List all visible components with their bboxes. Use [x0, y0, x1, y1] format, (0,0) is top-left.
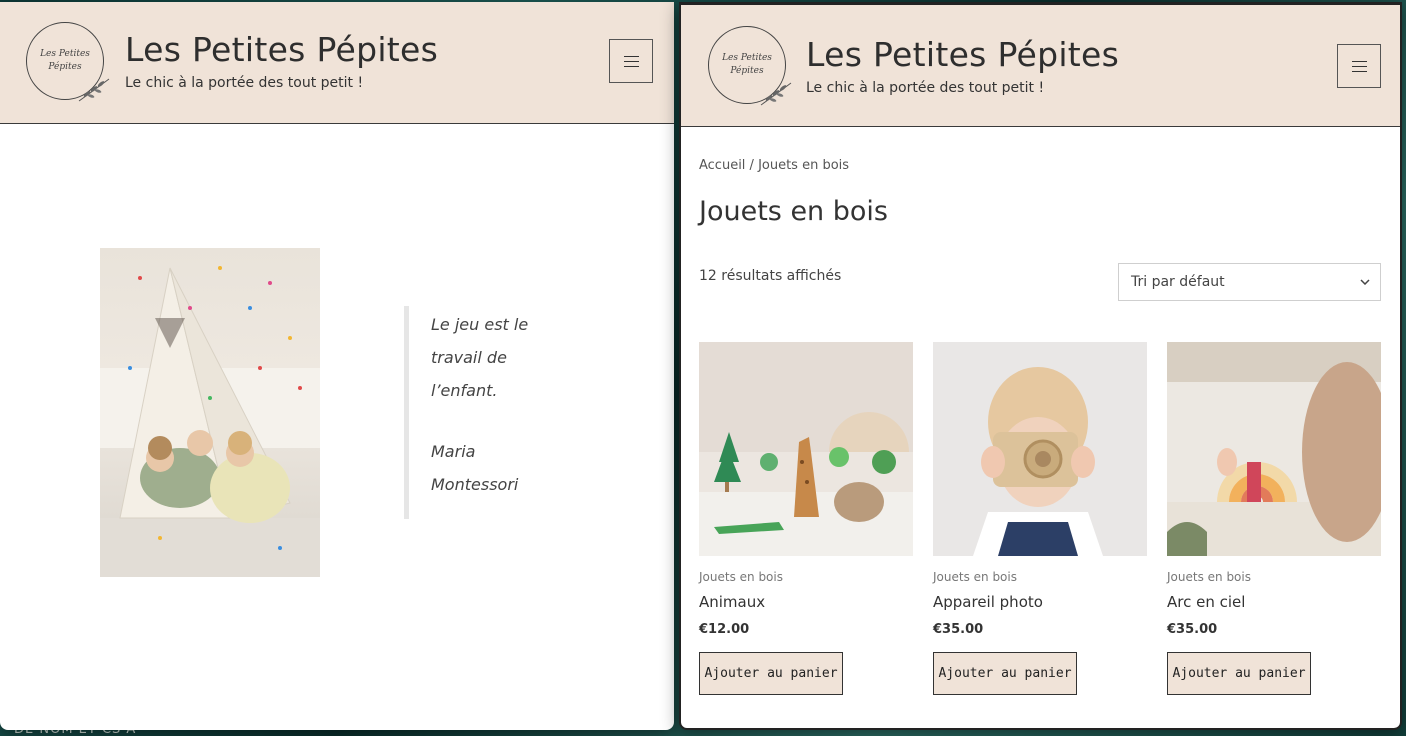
site-tagline: Le chic à la portée des tout petit !: [125, 75, 364, 91]
site-header: Les Petites Pépites Les Petites Pépites …: [0, 2, 674, 124]
add-to-cart-button[interactable]: Ajouter au panier: [699, 652, 843, 695]
results-count: 12 résultats affichés: [699, 268, 842, 284]
menu-toggle-button[interactable]: [609, 39, 653, 83]
site-title[interactable]: Les Petites Pépites: [806, 35, 1119, 74]
site-logo[interactable]: Les Petites Pépites: [708, 26, 792, 106]
montessori-quote: Le jeu est le travail de l’enfant. Maria…: [404, 306, 564, 519]
leaf-branch-icon: [78, 78, 110, 102]
product-category[interactable]: Jouets en bois: [699, 570, 913, 584]
product-card[interactable]: Jouets en bois Arc en ciel €35.00 Ajoute…: [1167, 342, 1381, 695]
product-price: €35.00: [1167, 622, 1218, 637]
product-name[interactable]: Arc en ciel: [1167, 593, 1381, 611]
hamburger-icon: [1351, 60, 1367, 72]
product-category[interactable]: Jouets en bois: [933, 570, 1147, 584]
product-card[interactable]: Jouets en bois Appareil photo €35.00 Ajo…: [933, 342, 1147, 695]
quote-line-2: travail de: [431, 348, 507, 367]
product-card[interactable]: Jouets en bois Animaux €12.00 Ajouter au…: [699, 342, 913, 695]
chevron-down-icon: [1360, 279, 1370, 285]
product-name[interactable]: Appareil photo: [933, 593, 1147, 611]
logo-text-line2: Pépites: [730, 66, 764, 76]
add-to-cart-button[interactable]: Ajouter au panier: [1167, 652, 1311, 695]
site-logo[interactable]: Les Petites Pépites: [26, 22, 110, 102]
browser-window-shop: Les Petites Pépites Les Petites Pépites …: [679, 2, 1402, 730]
quote-line-1: Le jeu est le: [431, 315, 529, 334]
site-title[interactable]: Les Petites Pépites: [125, 30, 438, 69]
quote-author-line-1: Maria: [431, 442, 476, 461]
product-price: €12.00: [699, 622, 750, 637]
sort-select-value: Tri par défaut: [1131, 274, 1225, 290]
site-header: Les Petites Pépites Les Petites Pépites …: [681, 5, 1400, 127]
browser-window-home: Les Petites Pépites Les Petites Pépites …: [0, 2, 674, 730]
children-teepee-confetti-photo: [100, 248, 320, 577]
quote-line-3: l’enfant.: [431, 381, 498, 400]
product-image-arc-en-ciel[interactable]: [1167, 342, 1381, 556]
product-image-appareil-photo[interactable]: [933, 342, 1147, 556]
product-price: €35.00: [933, 622, 984, 637]
menu-toggle-button[interactable]: [1337, 44, 1381, 88]
leaf-branch-icon: [760, 82, 792, 106]
logo-text-line2: Pépites: [48, 62, 82, 72]
product-category[interactable]: Jouets en bois: [1167, 570, 1381, 584]
page-title: Jouets en bois: [699, 196, 888, 227]
sort-select[interactable]: Tri par défaut: [1118, 263, 1381, 301]
hamburger-icon: [623, 55, 639, 67]
breadcrumb[interactable]: Accueil / Jouets en bois: [699, 158, 849, 173]
logo-text-line1: Les Petites: [722, 52, 772, 63]
product-image-animaux[interactable]: [699, 342, 913, 556]
add-to-cart-button[interactable]: Ajouter au panier: [933, 652, 1077, 695]
quote-author-line-2: Montessori: [431, 475, 519, 494]
logo-text-line1: Les Petites: [40, 48, 90, 59]
product-name[interactable]: Animaux: [699, 593, 913, 611]
site-tagline: Le chic à la portée des tout petit !: [806, 80, 1045, 96]
